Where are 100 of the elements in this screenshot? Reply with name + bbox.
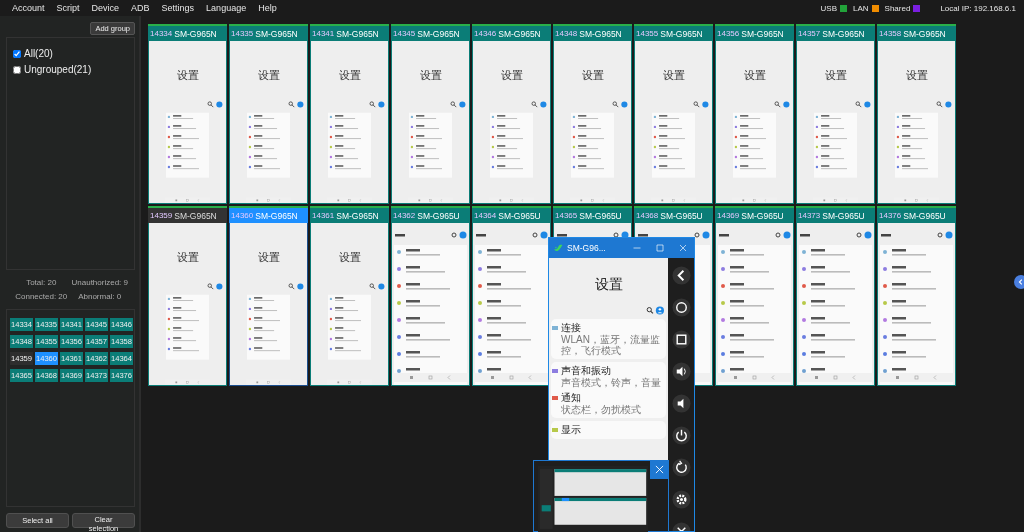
screen-title: 设置 — [742, 69, 767, 81]
stat-text: Connected: 20 — [15, 292, 68, 302]
search-profile-icon — [693, 101, 709, 108]
port-number: 14334 — [150, 29, 173, 38]
device-tile[interactable]: 14357 SM-G965N 设置 — [796, 24, 875, 204]
local-ip-text: Local IP: 192.168.6.1 — [940, 3, 1016, 13]
search-profile-icon — [612, 101, 628, 108]
device-tile[interactable]: 14348 SM-G965N 设置 — [553, 24, 632, 204]
device-tile[interactable]: 14356 SM-G965N 设置 — [715, 24, 794, 204]
port-number: 14345 — [393, 29, 416, 38]
volume-up-button[interactable] — [671, 362, 691, 381]
screen-title: 设置 — [175, 251, 200, 263]
device-tile[interactable]: 14360 SM-G965N 设置 — [229, 206, 308, 386]
device-model: SM-G965N — [174, 28, 217, 39]
device-tile[interactable]: 14345 SM-G965N 设置 — [391, 24, 470, 204]
volume-up-icon — [671, 362, 691, 381]
device-tile[interactable]: 14358 SM-G965N 设置 — [877, 24, 956, 204]
rotate-button[interactable] — [671, 458, 691, 477]
group-label[interactable]: Ungrouped(21) — [24, 64, 92, 75]
device-tile[interactable]: 14376 SM-G965U — [877, 206, 956, 386]
device-tile[interactable]: 14359 SM-G965N 设置 — [148, 206, 227, 386]
search-profile-icon — [207, 101, 223, 108]
checkbox[interactable] — [13, 49, 21, 58]
device-model: SM-G965U — [417, 210, 460, 221]
setting-icon — [552, 428, 558, 432]
device-tile[interactable]: 14373 SM-G965U — [796, 206, 875, 386]
port-number: 14369 — [717, 211, 740, 220]
menu-item[interactable]: Device — [85, 2, 126, 14]
search-profile-icon — [936, 101, 952, 108]
port-number: 14359 — [150, 211, 173, 220]
back-button[interactable] — [671, 266, 691, 285]
stat-text: Unauthorized: 9 — [71, 278, 128, 288]
setting-title[interactable]: 通知 — [561, 392, 665, 404]
menu-item[interactable]: Help — [252, 2, 283, 14]
bird-icon — [553, 242, 564, 254]
menu-item[interactable]: Script — [50, 2, 86, 14]
device-tile[interactable]: 14361 SM-G965N 设置 — [310, 206, 389, 386]
legend-label: LAN — [853, 3, 869, 13]
device-model: SM-G965N — [417, 28, 460, 39]
screen-title: 设置 — [823, 69, 848, 81]
device-tile[interactable]: 14362 SM-G965U — [391, 206, 470, 386]
setting-title[interactable]: 声音和振动 — [561, 365, 665, 377]
device-model: SM-G965U — [498, 210, 541, 221]
menu-item[interactable]: ADB — [125, 2, 156, 14]
back-icon — [671, 266, 691, 285]
setting-title[interactable]: 连接 — [561, 322, 665, 334]
search-profile-icon — [855, 101, 871, 108]
screen-title: 设置 — [499, 69, 524, 81]
side-handle[interactable] — [1014, 275, 1024, 289]
setting-icon — [552, 369, 558, 373]
device-tile[interactable]: 14334 SM-G965N 设置 — [148, 24, 227, 204]
port-number: 14361 — [312, 211, 335, 220]
power-button[interactable] — [671, 426, 691, 445]
port-number: 14355 — [636, 29, 659, 38]
search-profile-icon — [646, 306, 664, 315]
device-model: SM-G965N — [255, 28, 298, 39]
volume-down-icon — [671, 394, 691, 413]
setting-title[interactable]: 显示 — [561, 424, 665, 436]
close-icon — [655, 465, 664, 474]
home-button[interactable] — [671, 298, 691, 317]
device-model: SM-G965U — [741, 210, 784, 221]
checkbox[interactable] — [13, 65, 21, 74]
search-profile-icon — [531, 101, 547, 108]
device-tile[interactable]: 14369 SM-G965U — [715, 206, 794, 386]
power-icon — [671, 426, 691, 445]
setting-subtitle: 状态栏，勿扰模式 — [561, 404, 642, 415]
screen-title: 设置 — [256, 69, 281, 81]
search-profile-icon — [774, 101, 790, 108]
square-button[interactable] — [671, 330, 691, 349]
device-tile[interactable]: 14364 SM-G965U — [472, 206, 551, 386]
device-model: SM-G965U — [822, 210, 865, 221]
device-model: SM-G965N — [660, 28, 703, 39]
menu-item[interactable]: Language — [200, 2, 253, 14]
preview-dialog[interactable] — [533, 460, 669, 532]
menu-item[interactable]: Account — [6, 2, 51, 14]
port-number: 14341 — [312, 29, 335, 38]
settings-button[interactable] — [671, 490, 691, 509]
home-icon — [671, 298, 691, 317]
port-number: 14348 — [555, 29, 578, 38]
device-tile[interactable]: 14341 SM-G965N 设置 — [310, 24, 389, 204]
legend-label: Shared — [884, 3, 911, 13]
search-profile-icon — [288, 283, 304, 290]
device-tile[interactable]: 14335 SM-G965N 设置 — [229, 24, 308, 204]
volume-down-button[interactable] — [671, 394, 691, 413]
setting-icon — [552, 396, 558, 400]
stat-text: Total: 20 — [26, 278, 57, 288]
search-profile-icon — [288, 101, 304, 108]
setting-subtitle: 声音模式，铃声，音量 — [561, 377, 662, 388]
search-profile-icon — [450, 101, 466, 108]
device-tile[interactable]: 14346 SM-G965N 设置 — [472, 24, 551, 204]
screen-title: 设置 — [418, 69, 443, 81]
rotate-icon — [671, 458, 691, 477]
close-button[interactable] — [650, 460, 669, 479]
port-number: 14346 — [474, 29, 497, 38]
group-label[interactable]: All(20) — [24, 48, 53, 59]
menu-item[interactable]: Settings — [155, 2, 201, 14]
screen-title: 设置 — [580, 69, 605, 81]
screen-title: 设置 — [593, 276, 624, 294]
screen-title: 设置 — [337, 251, 362, 263]
device-tile[interactable]: 14355 SM-G965N 设置 — [634, 24, 713, 204]
